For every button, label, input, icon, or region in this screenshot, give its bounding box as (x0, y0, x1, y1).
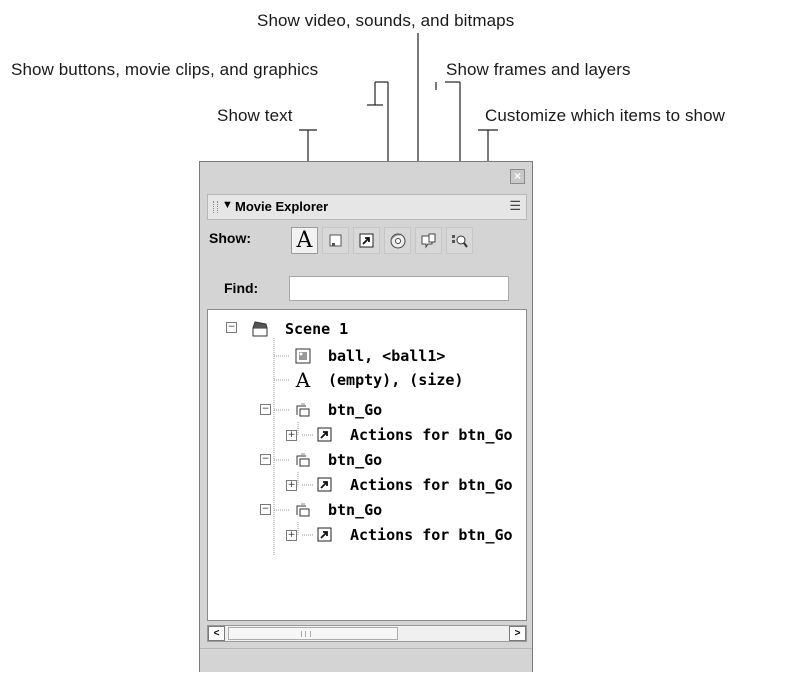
frames-icon (421, 233, 435, 249)
button-symbol-icon (292, 399, 314, 421)
panel-title: Movie Explorer (235, 199, 329, 214)
tree-item-button-symbol[interactable]: btn_Go (292, 449, 382, 471)
collapse-arrow-icon[interactable]: ▼ (222, 199, 233, 211)
collapse-scene-icon[interactable]: − (226, 322, 237, 333)
tree-view[interactable]: − Scene 1 ball, <ball1> A (empty), (size… (207, 309, 527, 621)
customize-items-button[interactable] (446, 227, 473, 254)
tree-item-scene[interactable]: Scene 1 (249, 318, 348, 340)
horizontal-scrollbar[interactable]: < > (207, 625, 527, 642)
bitmap-icon (292, 345, 314, 367)
show-text-button[interactable]: A (291, 227, 318, 254)
collapse-button-symbol-icon[interactable]: − (260, 404, 271, 415)
tree-item-button-symbol[interactable]: btn_Go (292, 399, 382, 421)
tree-item-label: btn_Go (328, 451, 383, 469)
tree-item-text[interactable]: A (empty), (size) (292, 368, 464, 392)
find-input[interactable] (289, 276, 509, 301)
actions-icon (314, 474, 336, 496)
thumb-grip-icon (301, 631, 311, 637)
close-icon[interactable]: × (510, 169, 525, 184)
show-frames-layers-button[interactable] (415, 227, 442, 254)
collapse-button-symbol-icon[interactable]: − (260, 454, 271, 465)
actionscript-arrow-icon (359, 233, 373, 247)
panel-menu-icon[interactable]: ☰ (509, 198, 521, 214)
tree-item-label: Actions for btn_Go (350, 476, 513, 494)
symbol-icon (329, 234, 341, 246)
panel-titlebar[interactable]: ▼ Movie Explorer ☰ (207, 194, 527, 220)
button-symbol-icon (292, 499, 314, 521)
expand-actions-icon[interactable]: + (286, 480, 297, 491)
tree-item-label: (empty), (size) (328, 371, 464, 389)
tree-item-label: btn_Go (328, 401, 383, 419)
show-video-sounds-bitmaps-button[interactable] (384, 227, 411, 254)
show-actionscript-button[interactable] (353, 227, 380, 254)
button-symbol-icon (292, 449, 314, 471)
scroll-left-icon[interactable]: < (208, 626, 225, 641)
show-label: Show: (209, 230, 251, 246)
tree-item-actions[interactable]: Actions for btn_Go (314, 524, 513, 546)
tree-item-actions[interactable]: Actions for btn_Go (314, 424, 513, 446)
expand-actions-icon[interactable]: + (286, 430, 297, 441)
movie-explorer-panel: × ▼ Movie Explorer ☰ Show: A Find: − Sce… (199, 161, 533, 672)
tree-item-label: btn_Go (328, 501, 383, 519)
tree-item-label: Actions for btn_Go (350, 426, 513, 444)
panel-status-bar (200, 648, 532, 672)
tree-item-button-symbol[interactable]: btn_Go (292, 499, 382, 521)
tree-item-label: Scene 1 (285, 320, 349, 338)
tree-item-label: Actions for btn_Go (350, 526, 513, 544)
actions-icon (314, 524, 336, 546)
scene-clapper-icon (249, 318, 271, 340)
tree-item-actions[interactable]: Actions for btn_Go (314, 474, 513, 496)
tree-item-label: ball, <ball1> (328, 347, 446, 365)
tree-item-bitmap[interactable]: ball, <ball1> (292, 345, 445, 367)
scrollbar-thumb[interactable] (228, 627, 398, 640)
grip-icon[interactable] (213, 201, 218, 213)
find-label: Find: (224, 280, 259, 296)
text-icon: A (296, 227, 313, 253)
customize-icon (451, 234, 468, 248)
media-icon (390, 233, 405, 248)
scroll-right-icon[interactable]: > (509, 626, 526, 641)
text-icon: A (295, 368, 311, 392)
show-buttons-movieclips-graphics-button[interactable] (322, 227, 349, 254)
actions-icon (314, 424, 336, 446)
collapse-button-symbol-icon[interactable]: − (260, 504, 271, 515)
expand-actions-icon[interactable]: + (286, 530, 297, 541)
